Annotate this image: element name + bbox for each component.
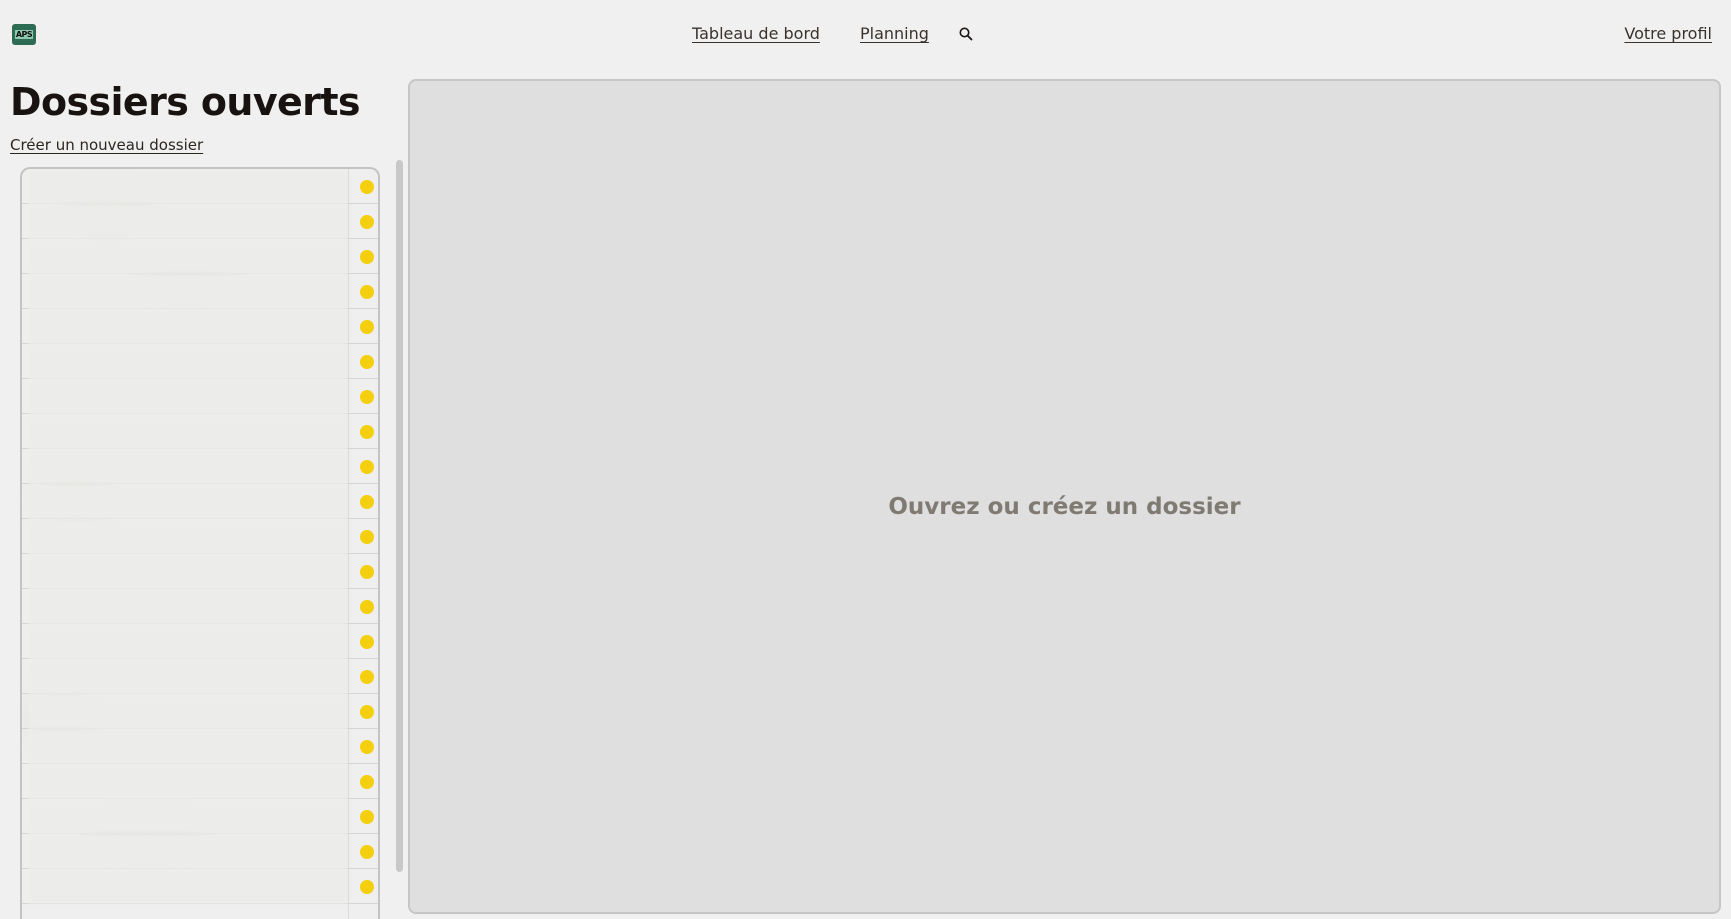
status-dot-icon — [360, 530, 374, 544]
folder-row[interactable] — [22, 869, 378, 904]
folder-row-content — [28, 519, 348, 554]
folder-row[interactable] — [22, 694, 378, 729]
page-title: Dossiers ouverts — [10, 80, 361, 124]
folder-row[interactable] — [22, 169, 378, 204]
folder-row[interactable] — [22, 239, 378, 274]
status-dot-icon — [360, 775, 374, 789]
nav-profile-link[interactable]: Votre profil — [1624, 24, 1712, 43]
open-folders-list[interactable] — [20, 167, 380, 919]
folder-row-content — [28, 799, 348, 834]
status-dot-icon — [360, 635, 374, 649]
status-dot-icon — [360, 845, 374, 859]
folder-row-content — [28, 554, 348, 589]
status-dot-icon — [360, 880, 374, 894]
nav-planning-link[interactable]: Planning — [860, 24, 929, 43]
app-logo-text: APS — [14, 30, 34, 39]
folder-row-content — [28, 729, 348, 764]
folder-row-content — [28, 309, 348, 344]
status-dot-icon — [360, 390, 374, 404]
status-dot-icon — [360, 705, 374, 719]
folder-row[interactable] — [22, 309, 378, 344]
status-dot-icon — [360, 320, 374, 334]
create-folder-link[interactable]: Créer un nouveau dossier — [10, 136, 203, 154]
folder-detail-panel: Ouvrez ou créez un dossier — [408, 79, 1721, 914]
status-dot-icon — [360, 810, 374, 824]
folder-row-content — [28, 764, 348, 799]
folder-row[interactable] — [22, 414, 378, 449]
status-dot-icon — [360, 460, 374, 474]
status-dot-icon — [360, 495, 374, 509]
folder-row-content — [28, 624, 348, 659]
folder-row[interactable] — [22, 834, 378, 869]
nav-dashboard-link[interactable]: Tableau de bord — [692, 24, 820, 43]
folder-row-content — [28, 169, 348, 204]
folder-row-content — [28, 344, 348, 379]
folder-row-content — [28, 869, 348, 904]
status-dot-icon — [360, 565, 374, 579]
folder-row[interactable] — [22, 764, 378, 799]
folder-row[interactable] — [22, 589, 378, 624]
search-icon[interactable] — [958, 26, 974, 42]
folder-row-content — [28, 589, 348, 624]
folder-row-content — [28, 379, 348, 414]
list-column-divider — [348, 169, 349, 919]
status-dot-icon — [360, 355, 374, 369]
folder-row-content — [28, 694, 348, 729]
folder-row[interactable] — [22, 274, 378, 309]
folder-row[interactable] — [22, 729, 378, 764]
status-dot-icon — [360, 425, 374, 439]
status-dot-icon — [360, 285, 374, 299]
app-logo[interactable]: APS — [12, 24, 36, 45]
folder-row-content — [28, 449, 348, 484]
folder-row[interactable] — [22, 519, 378, 554]
folder-row[interactable] — [22, 554, 378, 589]
folder-row-content — [28, 274, 348, 309]
empty-state-message: Ouvrez ou créez un dossier — [888, 494, 1241, 520]
folder-row-content — [28, 834, 348, 869]
top-navigation-bar: APS Tableau de bord Planning Votre profi… — [0, 0, 1731, 70]
folder-row[interactable] — [22, 379, 378, 414]
folder-row[interactable] — [22, 204, 378, 239]
folder-row-content — [28, 484, 348, 519]
folder-row[interactable] — [22, 484, 378, 519]
list-scrollbar[interactable] — [396, 160, 403, 872]
folder-row-content — [28, 239, 348, 274]
status-dot-icon — [360, 600, 374, 614]
status-dot-icon — [360, 740, 374, 754]
folder-row-content — [28, 659, 348, 694]
folder-row-content — [28, 414, 348, 449]
folder-row[interactable] — [22, 449, 378, 484]
status-dot-icon — [360, 670, 374, 684]
status-dot-icon — [360, 250, 374, 264]
folder-row[interactable] — [22, 799, 378, 834]
status-dot-icon — [360, 215, 374, 229]
status-dot-icon — [360, 180, 374, 194]
folder-row-content — [28, 204, 348, 239]
folder-row[interactable] — [22, 344, 378, 379]
folder-row[interactable] — [22, 659, 378, 694]
folder-row[interactable] — [22, 624, 378, 659]
